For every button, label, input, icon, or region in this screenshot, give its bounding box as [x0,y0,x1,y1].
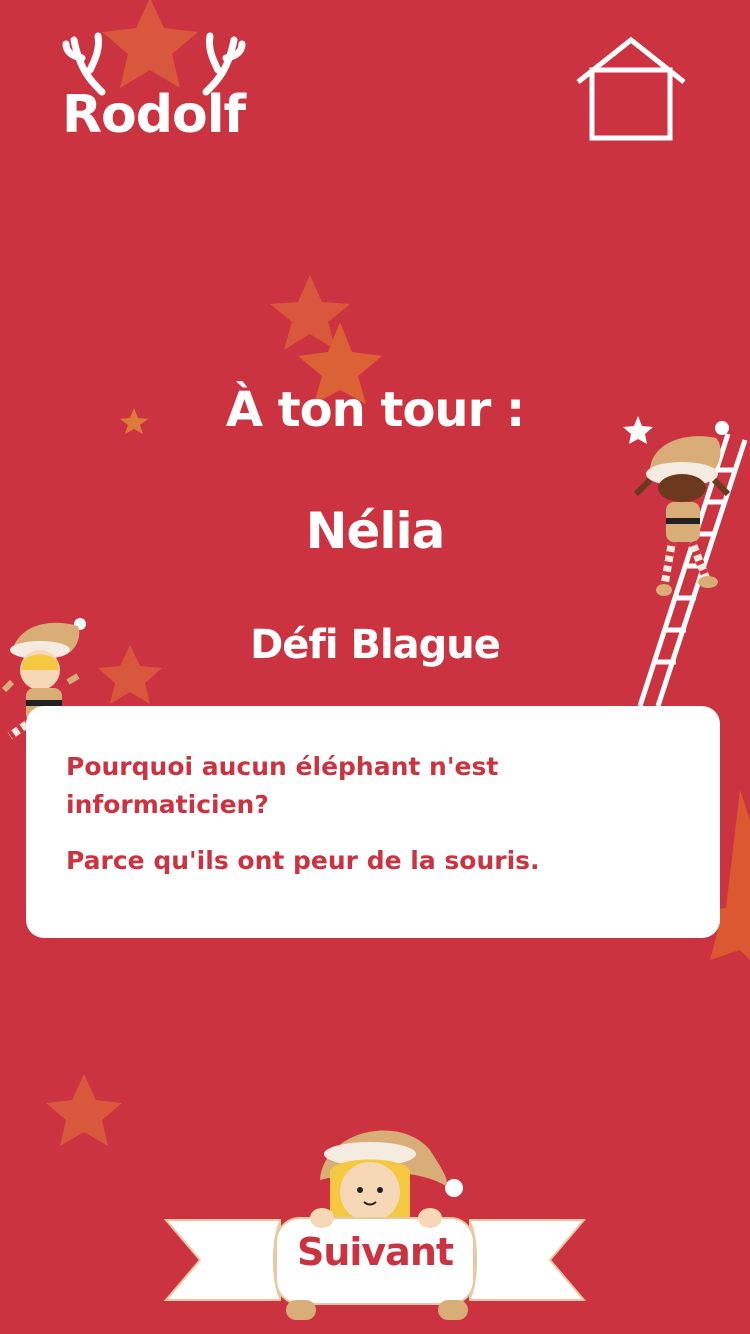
joke-question: Pourquoi aucun éléphant n'est informatic… [66,752,499,819]
logo-text: Rodolf [62,85,246,145]
star-icon [623,416,653,444]
joke-card: Pourquoi aucun éléphant n'est informatic… [26,706,720,938]
home-icon [576,36,686,141]
elf-ladder-illustration [623,416,748,707]
joke-answer: Parce qu'ils ont peur de la souris. [66,846,540,875]
home-button[interactable] [574,36,688,142]
next-button[interactable]: Suivant [160,1200,590,1320]
app-logo: Rodolf [60,30,260,150]
star-icon [46,1074,122,1146]
next-button-label[interactable]: Suivant [160,1230,590,1274]
